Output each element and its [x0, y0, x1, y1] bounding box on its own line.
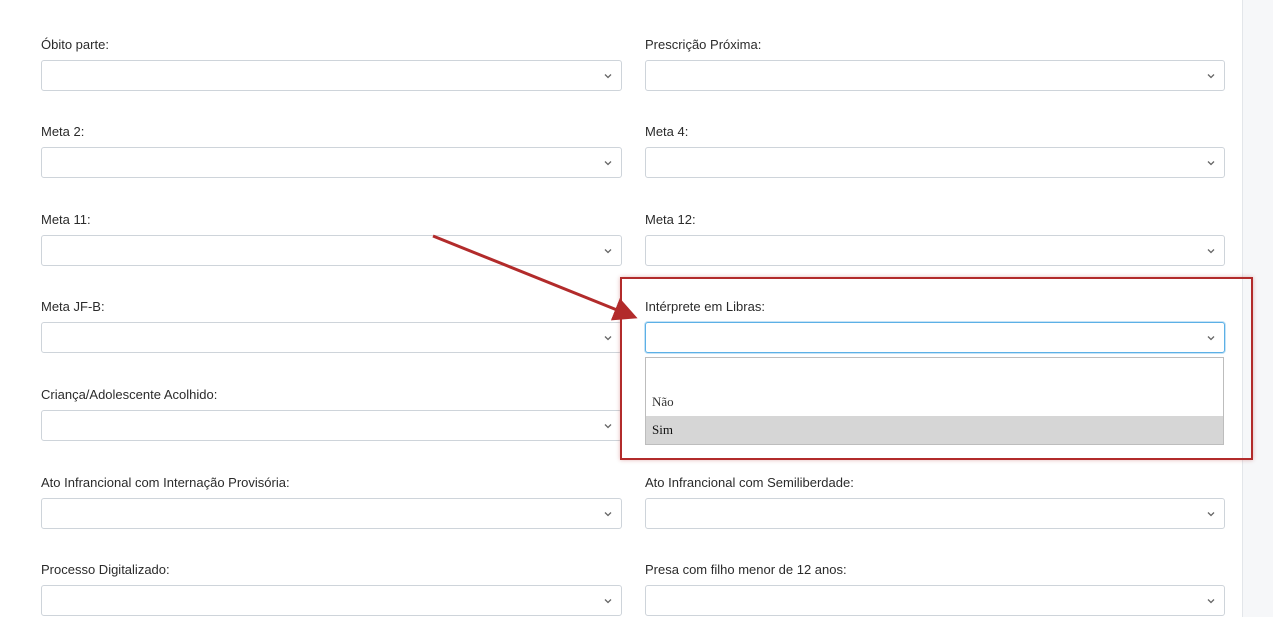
chevron-down-icon	[1207, 160, 1215, 165]
chevron-down-icon	[604, 73, 612, 78]
chevron-down-icon	[604, 511, 612, 516]
presa-filho-select[interactable]	[645, 585, 1225, 616]
chevron-down-icon	[604, 335, 612, 340]
meta-2-label: Meta 2:	[41, 124, 85, 139]
presa-filho-label: Presa com filho menor de 12 anos:	[645, 562, 847, 577]
chevron-down-icon	[1207, 598, 1215, 603]
obito-parte-select[interactable]	[41, 60, 622, 91]
ato-internacao-label: Ato Infrancional com Internação Provisór…	[41, 475, 290, 490]
chevron-down-icon	[604, 160, 612, 165]
meta-12-label: Meta 12:	[645, 212, 696, 227]
crianca-acolhido-select[interactable]	[41, 410, 622, 441]
field-processo-digitalizado: Processo Digitalizado:	[41, 561, 622, 616]
processo-digitalizado-select[interactable]	[41, 585, 622, 616]
meta-4-label: Meta 4:	[645, 124, 689, 139]
meta-11-label: Meta 11:	[41, 212, 91, 227]
meta-11-select[interactable]	[41, 235, 622, 266]
chevron-down-icon	[1207, 511, 1215, 516]
crianca-acolhido-label: Criança/Adolescente Acolhido:	[41, 387, 218, 402]
meta-4-select[interactable]	[645, 147, 1225, 178]
field-meta-12: Meta 12:	[645, 211, 1225, 266]
ato-internacao-select[interactable]	[41, 498, 622, 529]
field-meta-2: Meta 2:	[41, 123, 622, 178]
field-obito-parte: Óbito parte:	[41, 36, 622, 91]
field-presa-filho: Presa com filho menor de 12 anos:	[645, 561, 1225, 616]
meta-jf-b-label: Meta JF-B:	[41, 299, 105, 314]
meta-12-select[interactable]	[645, 235, 1225, 266]
chevron-down-icon	[1207, 248, 1215, 253]
field-prescricao-proxima: Prescrição Próxima:	[645, 36, 1225, 91]
prescricao-proxima-label: Prescrição Próxima:	[645, 37, 762, 52]
field-crianca-acolhido: Criança/Adolescente Acolhido:	[41, 386, 622, 441]
processo-digitalizado-label: Processo Digitalizado:	[41, 562, 170, 577]
field-ato-semiliberdade: Ato Infrancional com Semiliberdade:	[645, 474, 1225, 529]
field-meta-jf-b: Meta JF-B:	[41, 298, 622, 353]
field-ato-internacao: Ato Infrancional com Internação Provisór…	[41, 474, 622, 529]
chevron-down-icon	[1207, 73, 1215, 78]
field-meta-11: Meta 11:	[41, 211, 622, 266]
field-meta-4: Meta 4:	[645, 123, 1225, 178]
prescricao-proxima-select[interactable]	[645, 60, 1225, 91]
chevron-down-icon	[604, 598, 612, 603]
ato-semiliberdade-label: Ato Infrancional com Semiliberdade:	[645, 475, 854, 490]
chevron-down-icon	[604, 248, 612, 253]
meta-jf-b-select[interactable]	[41, 322, 622, 353]
obito-parte-label: Óbito parte:	[41, 37, 109, 52]
ato-semiliberdade-select[interactable]	[645, 498, 1225, 529]
chevron-down-icon	[604, 423, 612, 428]
annotation-highlight-box	[620, 277, 1253, 460]
meta-2-select[interactable]	[41, 147, 622, 178]
